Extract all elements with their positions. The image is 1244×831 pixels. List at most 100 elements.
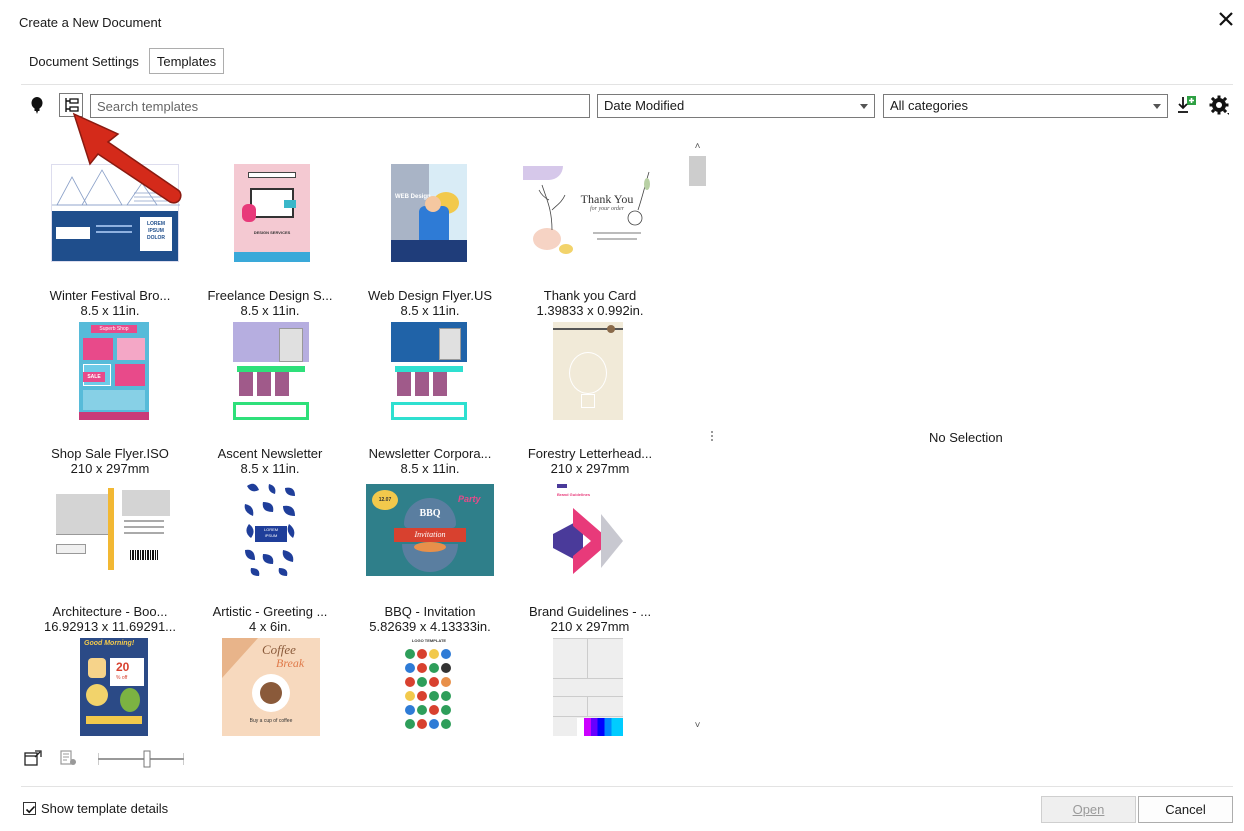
thumb-text: Buy a cup of coffee <box>249 718 293 724</box>
template-name: Winter Festival Bro... <box>49 288 171 303</box>
show-template-details-label: Show template details <box>41 801 169 816</box>
template-card-web-design-flyer[interactable]: WEB Design Web Design Flyer.US 8.5 x 11i… <box>350 160 510 320</box>
gallery-scrollbar[interactable]: ˄ ˅ <box>688 136 707 736</box>
template-thumbnail: Coffee Break Buy a cup of coffee <box>190 634 350 736</box>
tab-document-settings[interactable]: Document Settings <box>21 48 147 74</box>
template-size: 8.5 x 11in. <box>80 303 140 318</box>
thumb-text: Party <box>458 494 481 504</box>
template-card-color-palette[interactable] <box>510 634 670 736</box>
scrollbar-thumb[interactable] <box>689 156 706 186</box>
scroll-up-icon[interactable]: ˄ <box>692 141 703 152</box>
scroll-down-icon[interactable]: ˅ <box>692 720 703 731</box>
template-card-newsletter-corporate[interactable]: Newsletter Corpora... 8.5 x 11in. <box>350 318 510 478</box>
template-size: 210 x 297mm <box>70 461 150 476</box>
template-card-artistic-greeting[interactable]: LOREM IPSUM Artistic - Greeting ... 4 x … <box>190 476 350 636</box>
thumb-text: Invitation <box>394 528 466 542</box>
divider <box>21 84 1233 85</box>
search-input[interactable] <box>90 94 590 118</box>
template-size: 5.82639 x 4.13333in. <box>369 619 491 634</box>
thumb-text: Good Morning! <box>84 640 135 647</box>
thumb-text: % off <box>116 675 128 681</box>
close-icon[interactable] <box>1217 10 1235 28</box>
show-template-details-checkbox[interactable]: Show template details <box>23 801 168 816</box>
template-card-forestry-letterhead[interactable]: Forestry Letterhead... 210 x 297mm <box>510 318 670 478</box>
template-card-architecture-booklet[interactable]: Architecture - Boo... 16.92913 x 11.6929… <box>30 476 190 636</box>
template-name: Artistic - Greeting ... <box>212 604 328 619</box>
template-thumbnail <box>510 318 670 444</box>
template-grid: LOREM IPSUM DOLOR Winter Festival Bro...… <box>21 136 691 736</box>
template-thumbnail <box>190 318 350 444</box>
thumb-text: SALE <box>83 372 105 382</box>
thumb-text: 20 <box>116 660 130 674</box>
template-card-ascent-newsletter[interactable]: Ascent Newsletter 8.5 x 11in. <box>190 318 350 478</box>
template-card-logo-template[interactable]: LOGO TEMPLATE <box>350 634 510 736</box>
preview-empty-text: No Selection <box>929 430 1003 445</box>
category-value: All categories <box>890 98 969 113</box>
template-card-brand-guidelines[interactable]: Brand Guidelines Brand Guidelines - ... … <box>510 476 670 636</box>
template-size: 8.5 x 11in. <box>400 461 460 476</box>
template-size: 4 x 6in. <box>249 619 291 634</box>
template-size: 8.5 x 11in. <box>240 303 300 318</box>
sort-value: Date Modified <box>604 98 685 113</box>
template-size: 8.5 x 11in. <box>240 461 300 476</box>
template-size: 8.5 x 11in. <box>400 303 460 318</box>
template-size: 210 x 297mm <box>550 461 630 476</box>
tab-templates[interactable]: Templates <box>148 48 225 74</box>
template-thumbnail: LOREM IPSUM DOLOR <box>30 160 190 286</box>
settings-icon[interactable] <box>1207 93 1231 117</box>
template-thumbnail: Thank You for your order <box>510 160 670 286</box>
template-thumbnail: LOGO TEMPLATE <box>350 634 510 736</box>
thumb-text: DESIGN SERVICES <box>253 230 291 235</box>
tree-view-icon[interactable] <box>59 93 83 117</box>
template-card-shop-sale-flyer[interactable]: Superb Shop SALE Shop Sale Flyer.ISO 210… <box>30 318 190 478</box>
template-name: Web Design Flyer.US <box>367 288 493 303</box>
template-name: Ascent Newsletter <box>217 446 323 461</box>
template-card-winter-festival[interactable]: LOREM IPSUM DOLOR Winter Festival Bro...… <box>30 160 190 320</box>
template-size: 1.39833 x 0.992in. <box>536 303 644 318</box>
template-gallery[interactable]: LOREM IPSUM DOLOR Winter Festival Bro...… <box>21 136 707 736</box>
template-thumbnail: DESIGN SERVICES <box>190 160 350 286</box>
template-card-coffee-break[interactable]: Coffee Break Buy a cup of coffee <box>190 634 350 736</box>
thumb-text: Superb Shop <box>91 325 137 333</box>
bulb-icon[interactable] <box>25 93 49 117</box>
template-size: 210 x 297mm <box>550 619 630 634</box>
template-name: BBQ - Invitation <box>384 604 476 619</box>
template-thumbnail: WEB Design <box>350 160 510 286</box>
template-card-freelance-design[interactable]: DESIGN SERVICES Freelance Design S... 8.… <box>190 160 350 320</box>
thumbnail-size-slider[interactable] <box>98 750 184 768</box>
template-name: Freelance Design S... <box>207 288 333 303</box>
template-name: Shop Sale Flyer.ISO <box>51 446 169 461</box>
import-template-icon[interactable] <box>1175 93 1199 117</box>
template-properties-icon[interactable] <box>60 750 78 766</box>
category-dropdown[interactable]: All categories <box>883 94 1168 118</box>
thumb-text: IPSUM <box>264 533 278 538</box>
sort-dropdown[interactable]: Date Modified <box>597 94 875 118</box>
panel-splitter[interactable] <box>711 431 713 443</box>
template-card-good-morning[interactable]: Good Morning! 20 % off <box>30 634 190 736</box>
thumb-text: LOREM <box>146 221 166 227</box>
title-bar: Create a New Document <box>0 0 1244 44</box>
open-button[interactable]: Open <box>1041 796 1136 823</box>
new-template-icon[interactable] <box>24 750 42 766</box>
template-name: Brand Guidelines - ... <box>528 604 652 619</box>
templates-toolbar: Date Modified All categories <box>21 93 1233 121</box>
thumb-text: 12.07 <box>372 490 398 510</box>
template-name: Architecture - Boo... <box>52 604 168 619</box>
thumb-text: BBQ <box>419 508 441 519</box>
template-thumbnail: Good Morning! 20 % off <box>30 634 190 736</box>
template-thumbnail: Brand Guidelines <box>510 476 670 602</box>
cancel-button[interactable]: Cancel <box>1138 796 1233 823</box>
checkbox[interactable] <box>23 802 36 815</box>
template-name: Forestry Letterhead... <box>527 446 653 461</box>
template-card-thank-you-card[interactable]: Thank You for your order Thank you Card … <box>510 160 670 320</box>
thumb-text: IPSUM <box>148 228 164 234</box>
template-thumbnail: LOREM IPSUM <box>190 476 350 602</box>
template-thumbnail: Superb Shop SALE <box>30 318 190 444</box>
thumb-text: LOGO TEMPLATE <box>411 638 447 643</box>
template-card-bbq-invitation[interactable]: 12.07 BBQ Party Invitation BBQ - Invitat… <box>350 476 510 636</box>
template-thumbnail <box>30 476 190 602</box>
template-thumbnail: 12.07 BBQ Party Invitation <box>350 476 510 602</box>
template-name: Thank you Card <box>543 288 637 303</box>
tab-bar: Document Settings Templates <box>21 48 225 76</box>
chevron-down-icon <box>1153 104 1161 109</box>
